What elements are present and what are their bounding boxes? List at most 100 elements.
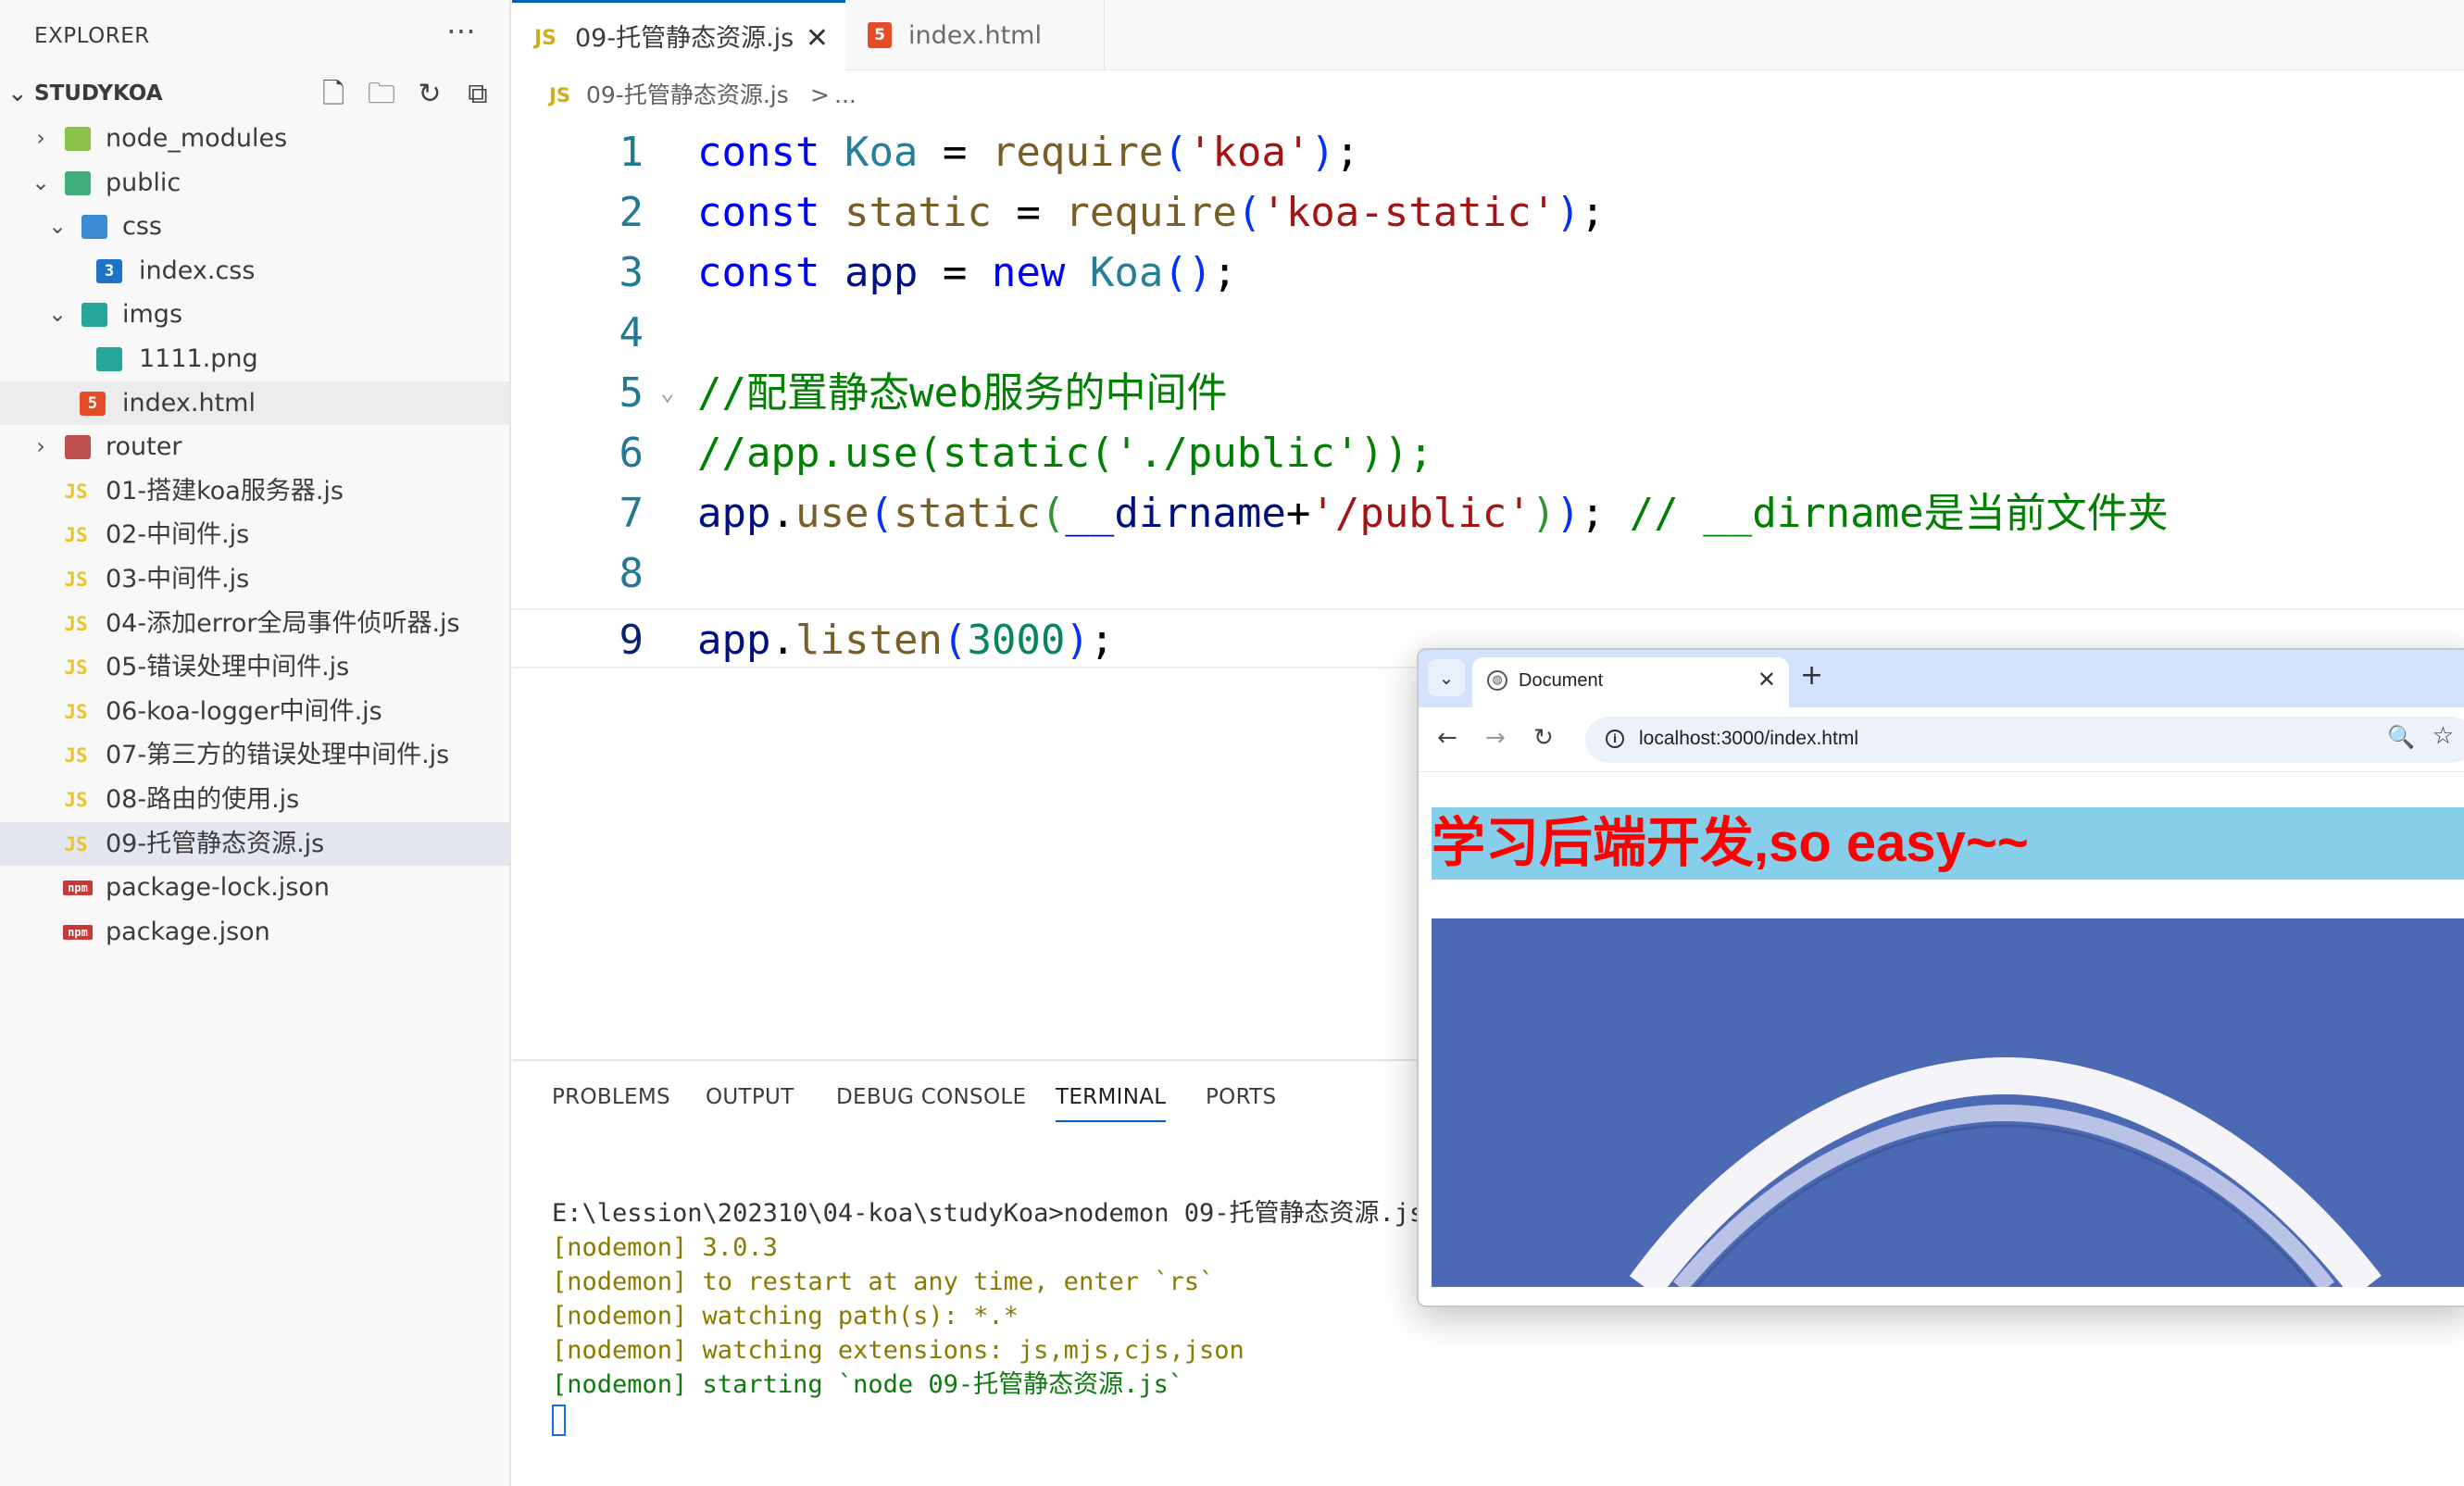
tree-item[interactable]: 1111.png <box>0 337 509 381</box>
terminal-output[interactable]: E:\lession\202310\04-koa\studyKoa>nodemo… <box>552 1196 1424 1436</box>
code-line[interactable]: 5 ⌄ //配置静态web服务的中间件 <box>512 363 2464 423</box>
code-line[interactable]: 3 const app = new Koa(); <box>512 243 2464 303</box>
star-icon[interactable]: ☆ <box>2433 722 2454 750</box>
code-token: ( <box>1236 189 1262 236</box>
tree-item-label: 09-托管静态资源.js <box>106 829 325 858</box>
code-token: Koa <box>1089 249 1164 296</box>
code-token: ; <box>1334 129 1360 176</box>
tab-debug-console[interactable]: DEBUG CONSOLE <box>836 1085 1026 1109</box>
js-file-icon: JS <box>64 700 88 723</box>
tree-item[interactable]: JS 06-koa-logger中间件.js <box>0 690 509 734</box>
tree-item-label: index.css <box>139 256 256 285</box>
tree-item-label: node_modules <box>106 124 288 153</box>
tree-item-label: 02-中间件.js <box>106 520 250 550</box>
js-file-icon: JS <box>64 788 88 811</box>
zoom-icon[interactable]: 🔍 <box>2387 724 2415 750</box>
code-token: __dirname <box>1065 490 1286 537</box>
tab-problems[interactable]: PROBLEMS <box>552 1085 670 1109</box>
collapse-all-icon[interactable]: ⧉ <box>461 78 494 111</box>
forward-icon[interactable]: → <box>1485 724 1506 752</box>
close-icon[interactable]: ✕ <box>1757 667 1776 693</box>
url-text[interactable]: localhost:3000/index.html <box>1639 728 1858 750</box>
close-icon[interactable]: ✕ <box>806 3 829 75</box>
code-line[interactable]: 8 <box>512 543 2464 604</box>
reload-icon[interactable]: ↻ <box>1533 724 1554 752</box>
new-folder-icon[interactable]: 🗀 <box>365 78 398 111</box>
code-token: 3000 <box>967 617 1066 664</box>
address-bar[interactable]: i localhost:3000/index.html 🔍 ☆ <box>1585 717 2464 763</box>
chevron-down-icon[interactable]: ⌄ <box>46 205 69 249</box>
tab-index-html[interactable]: 5 index.html <box>845 0 1105 70</box>
code-line[interactable]: 6 //app.use(static('./public')); <box>512 423 2464 483</box>
tree-item-label: package-lock.json <box>106 873 331 903</box>
tree-item[interactable]: JS 04-添加error全局事件侦听器.js <box>0 602 509 646</box>
tree-item[interactable]: JS 07-第三方的错误处理中间件.js <box>0 733 509 778</box>
code-token: app <box>697 490 771 537</box>
tree-item[interactable]: npm package.json <box>0 910 509 955</box>
breadcrumb-more[interactable]: ... <box>834 72 857 119</box>
code-token: app <box>844 249 919 296</box>
chevron-down-icon[interactable]: ⌄ <box>7 80 28 107</box>
js-file-icon: JS <box>64 656 88 680</box>
tree-item[interactable]: JS 01-搭建koa服务器.js <box>0 469 509 514</box>
browser-tab[interactable]: ◍ Document ✕ <box>1472 657 1789 707</box>
tree-item[interactable]: npm package-lock.json <box>0 866 509 910</box>
browser-tab-title: Document <box>1519 670 1604 691</box>
code-token: require <box>1065 189 1237 236</box>
workspace-title: STUDYKOA <box>34 81 163 106</box>
code-token: listen <box>794 617 943 664</box>
tree-item[interactable]: JS 02-中间件.js <box>0 513 509 557</box>
code-line[interactable]: 1 const Koa = require('koa'); <box>512 122 2464 182</box>
js-file-icon: JS <box>64 612 88 635</box>
tree-item[interactable]: ⌄ css <box>0 205 509 249</box>
tree-item-label: index.html <box>122 388 256 418</box>
tree-item[interactable]: JS 09-托管静态资源.js <box>0 821 509 867</box>
breadcrumb-file[interactable]: 09-托管静态资源.js <box>586 72 789 119</box>
chevron-down-icon[interactable]: ⌄ <box>46 293 69 337</box>
tab-09-js[interactable]: JS 09-托管静态资源.js ✕ <box>512 0 845 71</box>
tree-item[interactable]: ⌄ public <box>0 161 509 206</box>
tree-item[interactable]: ⌄ imgs <box>0 293 509 337</box>
fold-chevron-icon[interactable]: ⌄ <box>660 363 675 423</box>
tree-item[interactable]: JS 08-路由的使用.js <box>0 778 509 822</box>
code-token: 'koa-static' <box>1261 189 1557 236</box>
code-token: //配置静态web服务的中间件 <box>697 369 1228 417</box>
tab-search-icon[interactable]: ⌄ <box>1428 659 1465 696</box>
ellipsis-icon[interactable]: ⋯ <box>446 13 476 48</box>
site-info-icon[interactable]: i <box>1606 730 1624 748</box>
tab-output[interactable]: OUTPUT <box>706 1085 794 1109</box>
tree-item-label: 1111.png <box>139 343 258 373</box>
tab-terminal[interactable]: TERMINAL <box>1056 1085 1167 1122</box>
tree-item[interactable]: JS 05-错误处理中间件.js <box>0 645 509 690</box>
tree-item[interactable]: › router <box>0 425 509 469</box>
new-tab-icon[interactable]: + <box>1800 659 1823 692</box>
line-number: 5 <box>619 369 644 417</box>
tree-item[interactable]: JS 03-中间件.js <box>0 557 509 602</box>
refresh-icon[interactable]: ↻ <box>413 78 446 111</box>
code-token: ( <box>1163 129 1188 176</box>
tree-item-label: 07-第三方的错误处理中间件.js <box>106 741 450 770</box>
code-line[interactable]: 2 const static = require('koa-static'); <box>512 182 2464 243</box>
browser-tab-strip: ⌄ ◍ Document ✕ + <box>1419 650 2464 707</box>
code-token: const <box>697 189 820 236</box>
terminal-line: [nodemon] to restart at any time, enter … <box>552 1267 1215 1296</box>
code-token: ( <box>942 617 968 664</box>
tree-item-label: 08-路由的使用.js <box>106 784 300 814</box>
tree-item[interactable]: › node_modules <box>0 117 509 161</box>
code-token: const <box>697 249 820 296</box>
code-line[interactable]: 4 <box>512 303 2464 363</box>
tree-item[interactable]: 3 index.css <box>0 249 509 293</box>
chevron-right-icon[interactable]: › <box>30 425 52 469</box>
explorer-header: EXPLORER ⋯ <box>0 0 511 72</box>
chevron-down-icon[interactable]: ⌄ <box>30 161 52 206</box>
code-token: app <box>697 617 771 664</box>
tab-ports[interactable]: PORTS <box>1206 1085 1276 1109</box>
tree-item[interactable]: 5 index.html <box>0 381 509 426</box>
code-token: new <box>991 249 1066 296</box>
back-icon[interactable]: ← <box>1437 724 1457 752</box>
workspace-section-header[interactable]: ⌄ STUDYKOA 🗋 🗀 ↻ ⧉ <box>0 74 511 115</box>
new-file-icon[interactable]: 🗋 <box>317 78 350 111</box>
code-line[interactable]: 7 app.use(static(__dirname+'/public')); /… <box>512 483 2464 543</box>
chevron-right-icon[interactable]: › <box>30 117 52 161</box>
code-token: ; <box>1580 189 1606 236</box>
